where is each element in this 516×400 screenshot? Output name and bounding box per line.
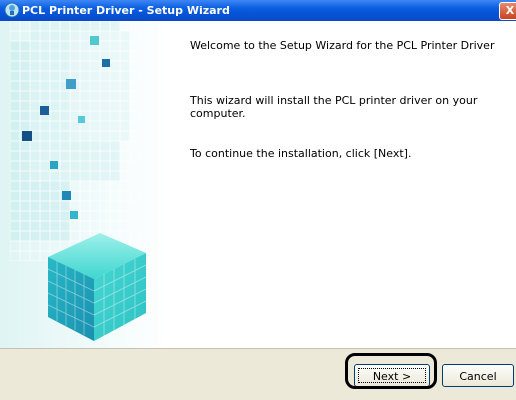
wizard-heading: Welcome to the Setup Wizard for the PCL …	[190, 39, 495, 52]
window-title: PCL Printer Driver - Setup Wizard	[22, 4, 230, 17]
wizard-instruction: To continue the installation, click [Nex…	[190, 147, 412, 160]
wizard-content: Welcome to the Setup Wizard for the PCL …	[0, 21, 516, 348]
cancel-button[interactable]: Cancel	[442, 364, 514, 387]
description-line-1: This wizard will install the PCL printer…	[190, 94, 478, 107]
next-button-highlight	[345, 353, 437, 389]
close-button[interactable]: X	[499, 2, 516, 20]
wizard-description: This wizard will install the PCL printer…	[190, 94, 477, 120]
setup-wizard-window: PCL Printer Driver - Setup Wizard X Welc…	[0, 0, 516, 400]
title-bar[interactable]: PCL Printer Driver - Setup Wizard X	[0, 0, 516, 21]
button-panel: Next > Cancel	[0, 348, 516, 400]
printer-app-icon	[4, 2, 20, 18]
description-line-2: computer.	[190, 107, 246, 120]
cube-artwork	[0, 21, 170, 348]
